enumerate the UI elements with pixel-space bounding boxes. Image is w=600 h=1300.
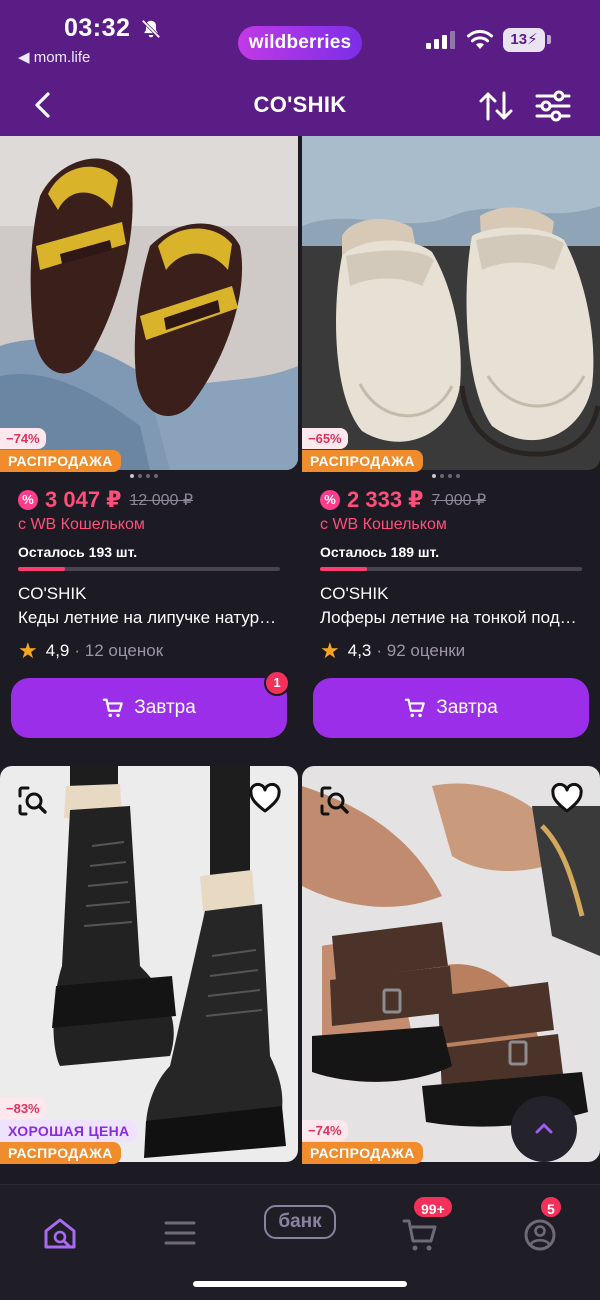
add-to-cart-label: Завтра — [436, 697, 498, 718]
product-image-loafers — [302, 136, 600, 470]
star-icon: ★ — [320, 638, 340, 663]
stock-bar — [320, 567, 582, 571]
wallet-text: с WB Кошельком — [320, 516, 447, 533]
review-count: · 92 оценки — [376, 641, 466, 660]
home-search-icon[interactable] — [30, 1199, 90, 1269]
stock-text: Осталось 193 шт. — [18, 544, 138, 560]
rating-value: 4,3 — [347, 641, 372, 660]
brand-name: CO'SHIK — [320, 584, 389, 603]
stock-bar-fill — [18, 567, 66, 571]
old-price: 12 000 ₽ — [129, 492, 194, 509]
photo-pagination-dots — [432, 474, 472, 480]
filter-icon[interactable] — [534, 89, 572, 123]
wifi-icon — [467, 30, 493, 49]
good-price-badge: ХОРОШАЯ ЦЕНА — [0, 1120, 138, 1142]
scroll-to-top-button[interactable] — [511, 1096, 577, 1162]
add-to-cart-button[interactable]: Завтра — [11, 678, 287, 738]
rating: ★ 4,3 · 92 оценки — [320, 638, 465, 664]
sort-icon[interactable] — [478, 89, 514, 123]
favorite-heart-icon[interactable] — [248, 782, 282, 816]
bell-muted-icon — [141, 19, 161, 39]
wb-wallet-icon: % — [320, 490, 340, 510]
visual-search-icon[interactable] — [16, 784, 50, 818]
catalog-icon[interactable] — [150, 1199, 210, 1269]
star-icon: ★ — [18, 638, 38, 663]
charging-icon: ⚡ — [527, 31, 538, 48]
discount-badge: −83% — [0, 1098, 46, 1119]
product-photo[interactable] — [0, 136, 298, 470]
battery-tip — [547, 35, 551, 44]
photo-pagination-dots — [130, 474, 170, 480]
product-name[interactable]: Лоферы летние на тонкой подошве — [320, 608, 586, 628]
sale-badge: РАСПРОДАЖА — [302, 450, 423, 472]
wallet-text: с WB Кошельком — [18, 516, 145, 533]
review-count: · 12 оценок — [74, 641, 164, 660]
app-header: 03:32 ◀ mom.life wildberries 13⚡ CO'SHIK — [0, 0, 600, 136]
chevron-up-icon — [535, 1123, 553, 1134]
product-card[interactable]: −83% ХОРОШАЯ ЦЕНА РАСПРОДАЖА — [0, 766, 298, 1176]
cart-icon — [102, 698, 124, 718]
stock-bar-fill — [320, 567, 368, 571]
bank-tab[interactable]: банк — [264, 1205, 336, 1239]
sale-badge: РАСПРОДАЖА — [0, 1142, 121, 1164]
sale-badge: РАСПРОДАЖА — [302, 1142, 423, 1164]
battery-indicator: 13⚡ — [503, 28, 545, 52]
stock-bar — [18, 567, 280, 571]
product-image-sneakers — [0, 136, 298, 470]
product-card[interactable]: −74% РАСПРОДАЖА % 3 047 ₽ 12 000 ₽ с WB … — [0, 136, 298, 752]
cart-icon — [404, 698, 426, 718]
cart-count-badge: 99+ — [412, 1195, 454, 1219]
add-to-cart-label: Завтра — [134, 697, 196, 718]
wb-wallet-icon: % — [18, 490, 38, 510]
battery-level: 13 — [510, 31, 528, 48]
add-to-cart-button[interactable]: Завтра — [313, 678, 589, 738]
visual-search-icon[interactable] — [318, 784, 352, 818]
status-time: 03:32 — [64, 14, 131, 42]
discount-badge: −74% — [0, 428, 46, 449]
favorite-heart-icon[interactable] — [550, 782, 584, 816]
price: 3 047 ₽ — [45, 487, 122, 512]
price: 2 333 ₽ — [347, 487, 424, 512]
brand-name: CO'SHIK — [18, 584, 87, 603]
page: 03:32 ◀ mom.life wildberries 13⚡ CO'SHIK — [0, 0, 600, 1300]
price-row: % 3 047 ₽ 12 000 ₽ — [18, 486, 193, 514]
profile-notifications-badge: 5 — [539, 1195, 563, 1219]
in-cart-count-badge: 1 — [264, 670, 290, 696]
product-photo[interactable] — [302, 136, 600, 470]
stock-text: Осталось 189 шт. — [320, 544, 440, 560]
discount-badge: −65% — [302, 428, 348, 449]
wildberries-logo: wildberries — [238, 26, 362, 60]
product-name[interactable]: Кеды летние на липучке натуральная замша — [18, 608, 284, 628]
sale-badge: РАСПРОДАЖА — [0, 450, 121, 472]
rating: ★ 4,9 · 12 оценок — [18, 638, 163, 664]
old-price: 7 000 ₽ — [431, 492, 487, 509]
signal-icon — [426, 31, 455, 49]
home-indicator — [193, 1281, 407, 1287]
price-row: % 2 333 ₽ 7 000 ₽ — [320, 486, 486, 514]
discount-badge: −74% — [302, 1120, 348, 1141]
product-card[interactable]: −65% РАСПРОДАЖА % 2 333 ₽ 7 000 ₽ с WB К… — [302, 136, 600, 752]
rating-value: 4,9 — [45, 641, 70, 660]
back-to-app-link[interactable]: ◀ mom.life — [18, 48, 90, 66]
